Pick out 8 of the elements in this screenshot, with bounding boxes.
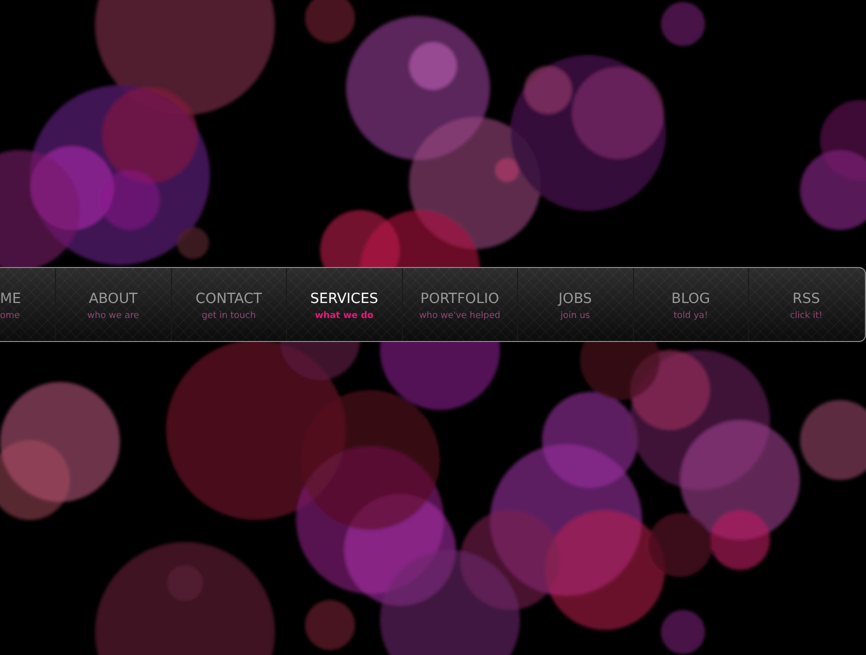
nav-link[interactable]: PORTFOLIO who we've helped xyxy=(402,268,517,341)
nav-link[interactable]: RSS click it! xyxy=(748,268,864,341)
nav-link[interactable]: BLOG told ya! xyxy=(632,268,748,341)
nav-link[interactable]: ABOUT who we are xyxy=(55,268,170,341)
nav-link[interactable]: JOBS join us xyxy=(517,268,632,341)
nav-link[interactable]: CONTACT get in touch xyxy=(170,268,286,341)
nav-link[interactable]: ME ome xyxy=(0,268,55,341)
nav-link[interactable]: SERVICES what we do xyxy=(286,268,402,341)
